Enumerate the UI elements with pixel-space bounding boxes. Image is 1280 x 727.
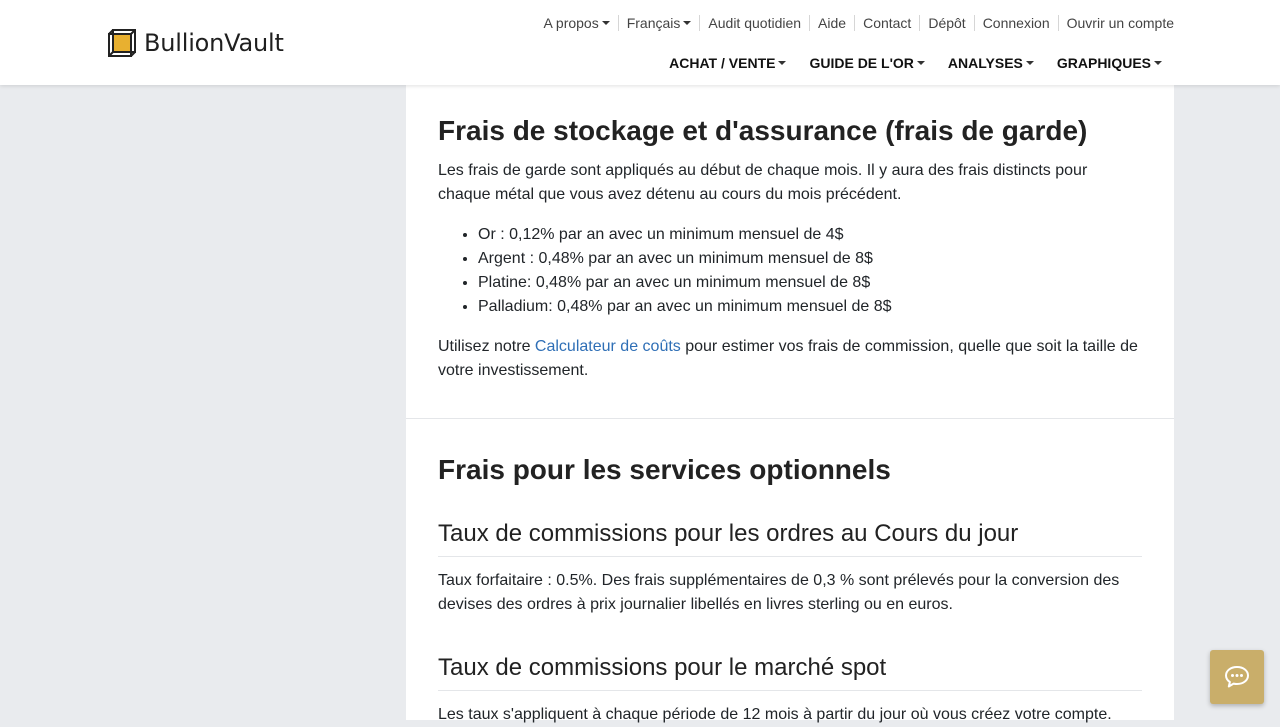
list-item: Or : 0,12% par an avec un minimum mensue… — [478, 223, 1142, 247]
topnav-ouvrir-compte[interactable]: Ouvrir un compte — [1057, 15, 1174, 31]
top-navigation: A propos Français Audit quotidien Aide C… — [535, 14, 1174, 32]
caret-down-icon — [1025, 61, 1034, 65]
main-content: Frais de stockage et d'assurance (frais … — [406, 85, 1174, 723]
caret-down-icon — [1154, 61, 1162, 65]
topnav-connexion[interactable]: Connexion — [973, 15, 1058, 31]
logo[interactable]: BullionVault — [106, 26, 284, 60]
caret-down-icon — [778, 61, 787, 65]
daily-price-commission-heading: Taux de commissions pour les ordres au C… — [438, 519, 1142, 557]
spot-market-commission-heading: Taux de commissions pour le marché spot — [438, 653, 1142, 691]
mainnav-graphiques[interactable]: GRAPHIQUES — [1057, 55, 1162, 71]
cost-calculator-link[interactable]: Calculateur de coûts — [535, 338, 681, 355]
spot-market-commission-text: Les taux s'appliquent à chaque période d… — [438, 706, 1112, 723]
main-navigation: ACHAT / VENTE GUIDE DE L'OR ANALYSES GRA… — [669, 54, 1162, 72]
mainnav-guide-or[interactable]: GUIDE DE L'OR — [809, 55, 925, 71]
topnav-a-propos[interactable]: A propos — [535, 15, 617, 31]
topnav-language[interactable]: Français — [617, 15, 700, 31]
storage-fees-section: Frais de stockage et d'assurance (frais … — [406, 85, 1174, 419]
optional-services-section: Frais pour les services optionnels Taux … — [406, 419, 1174, 727]
optional-services-heading: Frais pour les services optionnels — [438, 454, 891, 485]
bullionvault-logo-icon — [108, 29, 136, 57]
storage-fees-intro: Les frais de garde sont appliqués au déb… — [438, 162, 1088, 203]
caret-down-icon — [916, 61, 925, 65]
storage-fees-list: Or : 0,12% par an avec un minimum mensue… — [478, 223, 1142, 319]
list-item: Platine: 0,48% par an avec un minimum me… — [478, 271, 1142, 295]
site-header: BullionVault A propos Français Audit quo… — [0, 0, 1280, 85]
list-item: Argent : 0,48% par an avec un minimum me… — [478, 247, 1142, 271]
caret-down-icon — [601, 21, 610, 25]
mainnav-achat-vente[interactable]: ACHAT / VENTE — [669, 55, 787, 71]
topnav-audit-quotidien[interactable]: Audit quotidien — [699, 15, 809, 31]
list-item: Palladium: 0,48% par an avec un minimum … — [478, 295, 1142, 319]
topnav-depot[interactable]: Dépôt — [919, 15, 973, 31]
caret-down-icon — [683, 21, 692, 25]
topnav-aide[interactable]: Aide — [809, 15, 854, 31]
chat-bubble-icon — [1225, 666, 1249, 688]
cost-calculator-paragraph: Utilisez notre Calculateur de coûts pour… — [438, 338, 1138, 379]
storage-fees-heading: Frais de stockage et d'assurance (frais … — [438, 115, 1088, 146]
logo-text: BullionVault — [144, 29, 284, 57]
mainnav-analyses[interactable]: ANALYSES — [948, 55, 1034, 71]
chat-button[interactable] — [1210, 650, 1264, 704]
topnav-contact[interactable]: Contact — [854, 15, 919, 31]
daily-price-commission-text: Taux forfaitaire : 0.5%. Des frais suppl… — [438, 572, 1120, 613]
